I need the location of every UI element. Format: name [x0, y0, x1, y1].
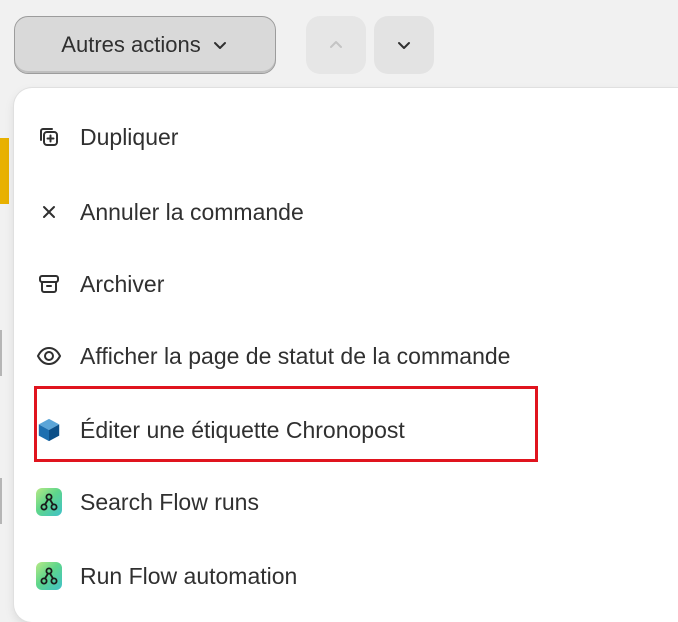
duplicate-icon — [36, 124, 62, 150]
flow-icon — [36, 562, 62, 590]
menu-item-label: Archiver — [80, 270, 165, 297]
page-background-accent — [0, 138, 9, 204]
previous-order-button[interactable] — [306, 16, 366, 74]
menu-item-label: Run Flow automation — [80, 562, 298, 589]
menu-item-archive[interactable]: Archiver — [36, 260, 666, 308]
chevron-down-icon — [398, 42, 410, 49]
more-actions-menu: Dupliquer Annuler la commande Archiver A… — [14, 88, 678, 622]
menu-item-view-status-page[interactable]: Afficher la page de statut de la command… — [36, 332, 666, 380]
highlight-annotation-box — [34, 386, 538, 462]
menu-item-label: Search Flow runs — [80, 488, 259, 515]
page-background-divider — [0, 330, 8, 376]
chevron-down-icon — [213, 42, 226, 49]
flow-icon — [36, 488, 62, 516]
page-background-divider — [0, 478, 8, 524]
next-order-button[interactable] — [374, 16, 434, 74]
menu-item-label: Annuler la commande — [80, 198, 304, 225]
more-actions-button[interactable]: Autres actions — [14, 16, 276, 74]
chevron-up-icon — [330, 41, 342, 48]
menu-item-label: Dupliquer — [80, 123, 179, 150]
menu-item-duplicate[interactable]: Dupliquer — [36, 113, 666, 161]
more-actions-label: Autres actions — [61, 32, 201, 57]
menu-item-search-flow-runs[interactable]: Search Flow runs — [36, 478, 666, 526]
close-icon — [36, 199, 62, 225]
menu-item-cancel-order[interactable]: Annuler la commande — [36, 188, 666, 236]
eye-icon — [36, 343, 62, 369]
menu-item-run-flow-automation[interactable]: Run Flow automation — [36, 552, 666, 600]
archive-icon — [36, 271, 62, 297]
menu-item-label: Afficher la page de statut de la command… — [80, 342, 511, 369]
